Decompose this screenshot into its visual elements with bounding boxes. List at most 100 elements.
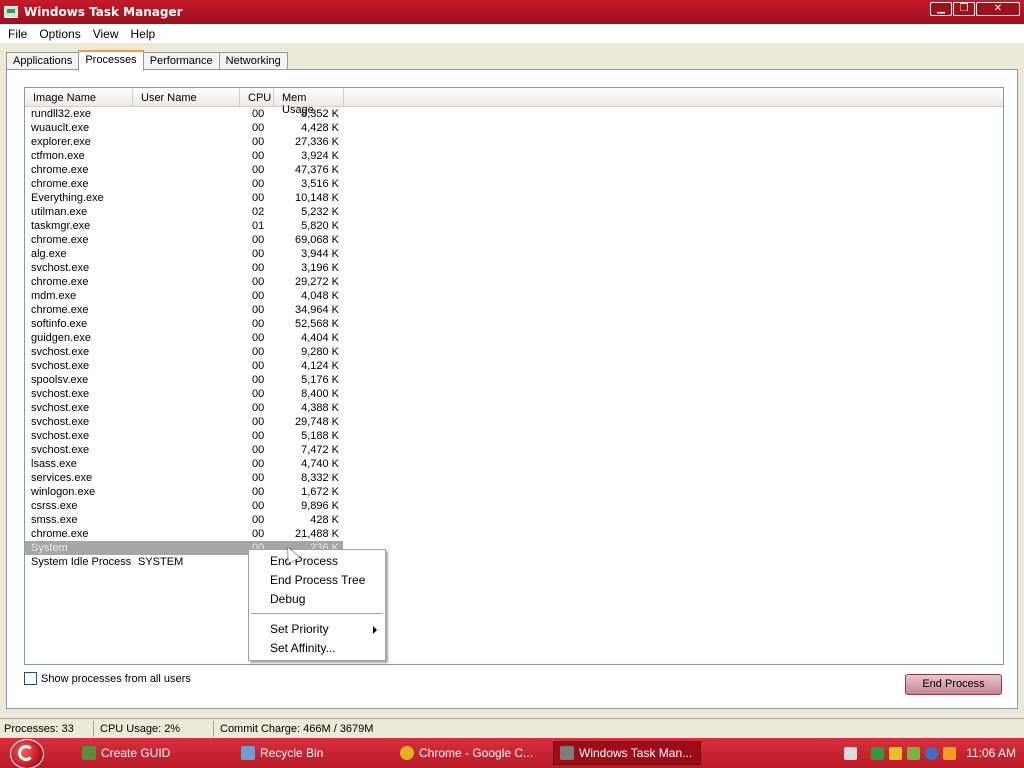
process-user [133, 233, 240, 247]
key-icon[interactable] [943, 746, 957, 760]
process-row[interactable]: svchost.exe 00 4,388 K [25, 401, 1003, 415]
process-row[interactable]: softinfo.exe 00 52,568 K [25, 317, 1003, 331]
process-name: chrome.exe [31, 234, 89, 246]
green-app-icon[interactable] [871, 746, 885, 760]
column-user-name[interactable]: User Name [133, 88, 240, 106]
process-mem: 3,196 K [301, 262, 339, 274]
taskbar-item-chrome[interactable]: Chrome - Google C... [394, 741, 549, 765]
menu-debug[interactable]: Debug [249, 590, 385, 609]
process-row[interactable]: wuauclt.exe 00 4,428 K [25, 121, 1003, 135]
process-mem: 8,352 K [301, 108, 339, 120]
taskbar-item-label: Windows Task Man... [579, 746, 693, 760]
end-process-button[interactable]: End Process [905, 674, 1002, 695]
process-user [133, 191, 240, 205]
process-name: taskmgr.exe [31, 220, 91, 232]
process-name: chrome.exe [31, 164, 89, 176]
tab-performance[interactable]: Performance [142, 52, 220, 70]
menu-end-process[interactable]: End Process [249, 552, 385, 571]
process-row[interactable]: alg.exe 00 3,944 K [25, 247, 1003, 261]
show-all-users-checkbox[interactable] [24, 672, 37, 685]
process-mem: 52,568 K [294, 318, 339, 330]
processes-panel: Image Name User Name CPU Mem Usage rundl… [6, 69, 1018, 709]
minimize-button[interactable]: ▁ [930, 2, 952, 16]
process-row[interactable]: guidgen.exe 00 4,404 K [25, 331, 1003, 345]
process-row[interactable]: chrome.exe 00 69,068 K [25, 233, 1003, 247]
process-row[interactable]: Everything.exe 00 10,148 K [25, 191, 1003, 205]
process-cpu: 00 [252, 500, 265, 512]
process-row[interactable]: svchost.exe 00 8,400 K [25, 387, 1003, 401]
process-row[interactable]: chrome.exe 00 29,272 K [25, 275, 1003, 289]
process-user [133, 275, 240, 289]
process-mem: 4,048 K [301, 290, 339, 302]
show-all-users[interactable]: Show processes from all users [24, 672, 191, 685]
tab-networking[interactable]: Networking [218, 52, 288, 70]
taskbar: Create GUID Recycle Bin Chrome - Google … [0, 738, 1024, 768]
process-row[interactable]: svchost.exe 00 29,748 K [25, 415, 1003, 429]
process-cpu: 00 [252, 388, 265, 400]
process-row[interactable]: mdm.exe 00 4,048 K [25, 289, 1003, 303]
process-mem: 3,944 K [301, 248, 339, 260]
search-tray-icon[interactable] [925, 746, 939, 760]
tab-applications[interactable]: Applications [6, 52, 80, 70]
process-list[interactable]: Image Name User Name CPU Mem Usage rundl… [24, 87, 1004, 665]
taskbar-item-task-manager[interactable]: Windows Task Man... [553, 741, 701, 765]
process-mem: 9,896 K [301, 500, 339, 512]
process-row[interactable]: explorer.exe 00 27,336 K [25, 135, 1003, 149]
window-controls: ▁ ❐ ✕ [930, 2, 1020, 16]
process-row[interactable]: csrss.exe 00 9,896 K [25, 499, 1003, 513]
menu-set-affinity[interactable]: Set Affinity... [249, 639, 385, 658]
taskbar-item-recycle-bin[interactable]: Recycle Bin [235, 741, 390, 765]
process-row[interactable]: spoolsv.exe 00 5,176 K [25, 373, 1003, 387]
process-cpu: 01 [252, 220, 265, 232]
task-manager-icon [560, 746, 574, 760]
process-user [133, 177, 240, 191]
process-row[interactable]: svchost.exe 00 7,472 K [25, 443, 1003, 457]
process-mem: 5,176 K [301, 374, 339, 386]
shield-icon[interactable] [889, 746, 903, 760]
process-row[interactable]: lsass.exe 00 4,740 K [25, 457, 1003, 471]
process-cpu: 00 [252, 164, 265, 176]
process-row[interactable]: chrome.exe 00 21,488 K [25, 527, 1003, 541]
process-row[interactable]: smss.exe 00 428 K [25, 513, 1003, 527]
process-row[interactable]: svchost.exe 00 5,188 K [25, 429, 1003, 443]
process-row[interactable]: chrome.exe 00 3,516 K [25, 177, 1003, 191]
process-row[interactable]: System Idle Process SYSTEM [25, 555, 1003, 569]
process-row[interactable]: chrome.exe 00 47,376 K [25, 163, 1003, 177]
column-cpu[interactable]: CPU [240, 88, 274, 106]
taskbar-item-create-guid[interactable]: Create GUID [76, 741, 231, 765]
menu-view[interactable]: View [87, 27, 125, 41]
process-name: svchost.exe [31, 346, 90, 358]
process-row[interactable]: svchost.exe 00 4,124 K [25, 359, 1003, 373]
start-button[interactable] [0, 738, 48, 768]
taskbar-item-label: Recycle Bin [260, 746, 324, 760]
tab-processes[interactable]: Processes [78, 50, 144, 71]
keyboard-icon[interactable] [844, 746, 858, 760]
process-row[interactable]: svchost.exe 00 3,196 K [25, 261, 1003, 275]
menu-options[interactable]: Options [33, 27, 86, 41]
column-image-name[interactable]: Image Name [25, 88, 133, 106]
menu-help[interactable]: Help [125, 27, 162, 41]
restore-button[interactable]: ❐ [953, 2, 975, 16]
network-icon[interactable] [907, 746, 921, 760]
menu-file[interactable]: File [2, 27, 33, 41]
process-user [133, 429, 240, 443]
clock[interactable]: 11:06 AM [966, 746, 1016, 760]
process-row[interactable]: rundll32.exe 00 8,352 K [25, 107, 1003, 121]
close-button[interactable]: ✕ [976, 2, 1020, 16]
process-row[interactable]: ctfmon.exe 00 3,924 K [25, 149, 1003, 163]
process-row[interactable]: utilman.exe 02 5,232 K [25, 205, 1003, 219]
recycle-bin-icon [241, 746, 255, 760]
process-mem: 3,924 K [301, 150, 339, 162]
menu-set-priority[interactable]: Set Priority [249, 620, 385, 639]
process-row[interactable]: svchost.exe 00 9,280 K [25, 345, 1003, 359]
menu-end-process-tree[interactable]: End Process Tree [249, 571, 385, 590]
process-cpu: 00 [252, 290, 265, 302]
process-row[interactable]: winlogon.exe 00 1,672 K [25, 485, 1003, 499]
process-cpu: 00 [252, 262, 265, 274]
process-row[interactable]: taskmgr.exe 01 5,820 K [25, 219, 1003, 233]
process-row[interactable]: chrome.exe 00 34,964 K [25, 303, 1003, 317]
column-mem-usage[interactable]: Mem Usage [274, 88, 344, 116]
process-row[interactable]: services.exe 00 8,332 K [25, 471, 1003, 485]
process-user [133, 373, 240, 387]
process-user [133, 303, 240, 317]
